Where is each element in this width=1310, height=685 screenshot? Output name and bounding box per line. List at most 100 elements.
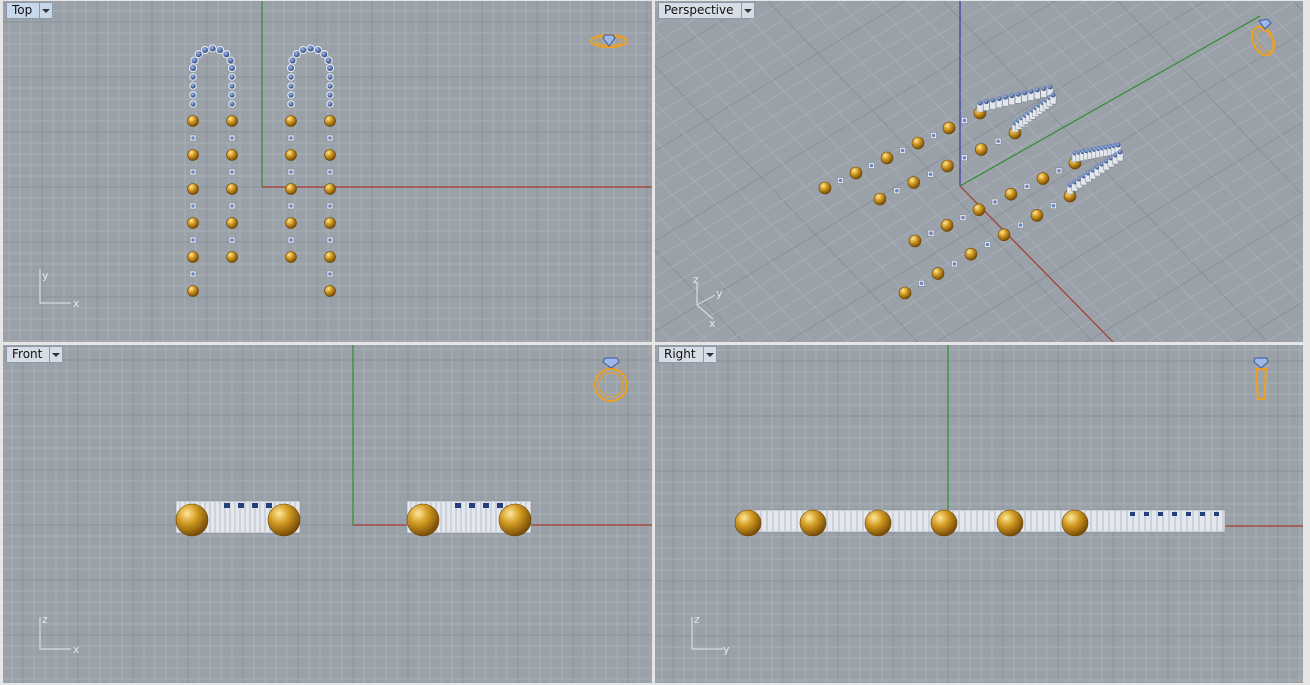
blue-gem <box>952 262 957 266</box>
gold-bead <box>864 509 892 537</box>
gold-bead <box>226 251 238 263</box>
gold-bead <box>324 183 336 195</box>
blue-gem <box>1050 92 1056 98</box>
gold-bead <box>941 159 954 173</box>
viewport-right[interactable]: Right z y <box>655 345 1303 683</box>
grid-line <box>655 1 675 342</box>
chevron-down-icon <box>743 8 752 13</box>
blue-gem <box>1057 169 1061 173</box>
viewport-front[interactable]: Front z x <box>3 345 652 683</box>
blue-gem <box>931 133 936 138</box>
blue-gem <box>252 503 258 508</box>
chevron-down-icon <box>52 352 61 357</box>
blue-gem <box>229 74 235 80</box>
gold-bead <box>964 247 978 261</box>
grid-line <box>665 1 1236 342</box>
blue-gem <box>1022 90 1028 96</box>
gold-bead <box>930 509 958 537</box>
ring-gizmo-icon[interactable] <box>1249 353 1273 407</box>
blue-gem <box>327 83 333 89</box>
viewport-title-tab[interactable]: Right <box>658 346 717 363</box>
gold-bead <box>818 181 832 195</box>
viewport-title-tab[interactable]: Top <box>6 2 54 19</box>
blue-gem <box>483 503 489 508</box>
blue-gem <box>328 170 332 174</box>
blue-gem <box>1200 512 1205 516</box>
viewport-menu-button[interactable] <box>39 3 52 18</box>
blue-gem <box>985 242 990 247</box>
axis-triad-icon: z x <box>39 613 80 656</box>
viewport-title-tab[interactable]: Front <box>6 346 64 363</box>
grid-line <box>655 1 675 342</box>
blue-gem <box>328 238 332 242</box>
axis-label-x: x <box>73 643 80 656</box>
gold-bead <box>734 509 762 537</box>
blue-gem <box>455 503 461 508</box>
gold-bead <box>908 234 922 248</box>
blue-gem <box>838 178 843 183</box>
blue-gem <box>288 83 294 89</box>
ring-gizmo-icon[interactable] <box>591 353 631 405</box>
viewport-canvas[interactable] <box>3 345 652 683</box>
axis-label-y: y <box>42 269 49 282</box>
blue-gem <box>230 238 234 242</box>
chevron-down-icon <box>42 8 51 13</box>
blue-gem <box>190 92 196 98</box>
blue-gem <box>289 136 293 140</box>
axis-label-z: z <box>694 613 700 626</box>
blue-gem <box>1186 512 1191 516</box>
viewport-canvas[interactable] <box>3 1 652 342</box>
gold-bead <box>1030 209 1044 222</box>
gold-bead <box>406 503 440 537</box>
gold-bead <box>911 136 925 150</box>
viewport-top[interactable]: Top y x <box>3 1 652 342</box>
viewport-canvas[interactable] <box>655 1 1303 342</box>
ring-gizmo-icon[interactable] <box>1245 15 1285 61</box>
blue-gem <box>191 136 195 140</box>
axis-triad-icon: y x <box>39 269 80 310</box>
viewport-perspective[interactable]: Perspective z y x <box>655 1 1303 342</box>
blue-gem <box>289 204 293 208</box>
gold-bead <box>285 251 297 263</box>
gold-bead <box>226 149 238 161</box>
gold-bead <box>187 183 199 195</box>
chevron-down-icon <box>705 352 714 357</box>
gold-bead <box>972 203 986 217</box>
blue-gem <box>229 83 235 89</box>
gold-bead <box>940 219 954 232</box>
gold-bead <box>285 217 297 229</box>
viewport-menu-button[interactable] <box>49 347 62 362</box>
ring-gizmo-icon[interactable] <box>587 27 631 53</box>
perspective-grid <box>655 1 1303 342</box>
blue-gem <box>1158 512 1163 516</box>
viewport-canvas[interactable] <box>655 345 1303 683</box>
viewport-menu-button[interactable] <box>740 3 754 18</box>
blue-gem <box>1115 142 1121 148</box>
blue-gem <box>928 172 933 177</box>
blue-gem <box>327 65 333 71</box>
viewport-title-tab[interactable]: Perspective <box>658 2 755 19</box>
viewport-name: Top <box>12 3 33 17</box>
blue-gem <box>288 92 294 98</box>
gold-bead <box>324 149 336 161</box>
blue-gem <box>266 503 272 508</box>
blue-gem <box>230 136 234 140</box>
blue-gem <box>202 46 209 53</box>
blue-gem <box>230 204 234 208</box>
blue-gem <box>289 170 293 174</box>
blue-gem <box>227 57 234 64</box>
blue-gem <box>497 503 503 508</box>
blue-gem <box>191 238 195 242</box>
gold-bead <box>849 166 863 180</box>
gold-bead <box>324 251 336 263</box>
axis-label-x: x <box>73 297 80 310</box>
viewport-menu-button[interactable] <box>702 347 716 362</box>
blue-gem <box>327 74 333 80</box>
blue-gem <box>1047 84 1053 90</box>
gold-bead <box>226 217 238 229</box>
gold-bead <box>285 149 297 161</box>
axis-triad-icon: z y <box>691 613 730 656</box>
blue-gem <box>288 101 294 107</box>
gold-bead <box>324 285 336 297</box>
blue-gem <box>1144 512 1149 516</box>
